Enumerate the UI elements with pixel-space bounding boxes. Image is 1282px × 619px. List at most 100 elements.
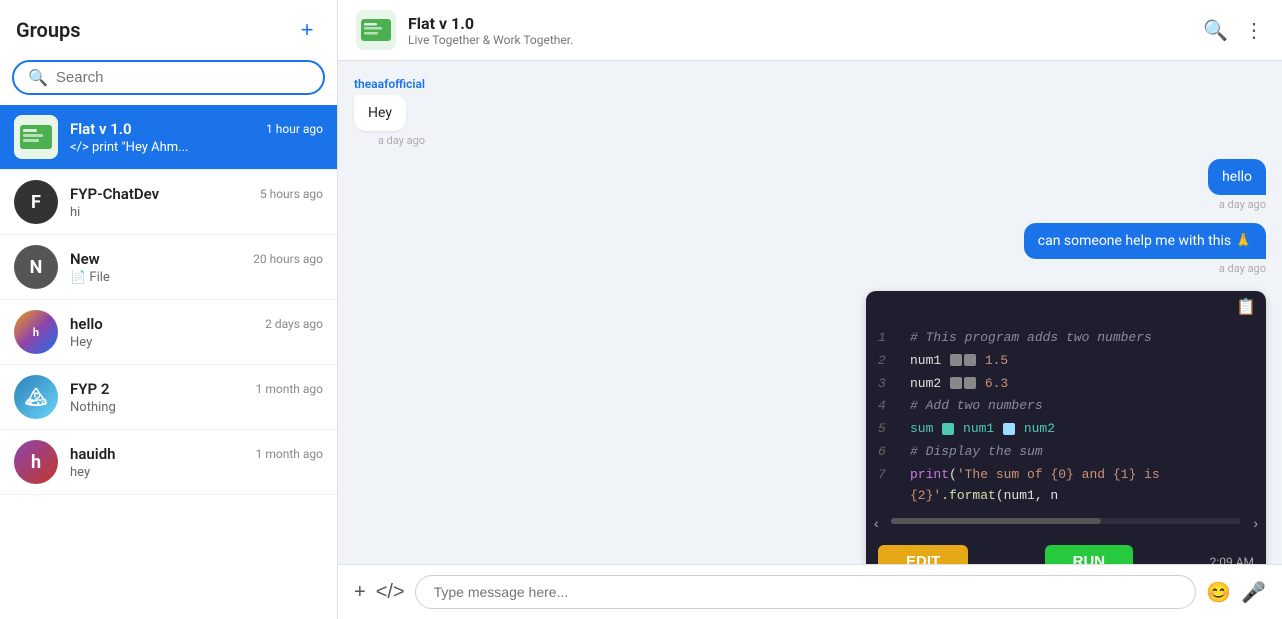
- group-time: 20 hours ago: [253, 252, 323, 266]
- group-name: Flat v 1.0: [70, 120, 132, 138]
- message-other: theaafofficial Hey a day ago: [354, 77, 425, 147]
- code-line: 7 print('The sum of {0} and {1} is {2}'.…: [866, 464, 1266, 508]
- code-header: 📋: [866, 291, 1266, 323]
- group-info: Flat v 1.0 1 hour ago </> print "Hey Ahm…: [70, 120, 323, 155]
- message-self: can someone help me with this 🙏 a day ag…: [1024, 223, 1266, 275]
- group-time: 5 hours ago: [260, 187, 323, 201]
- group-last-msg: hey: [70, 465, 323, 480]
- avatar: h: [14, 440, 58, 484]
- add-attachment-button[interactable]: +: [354, 581, 366, 604]
- group-info: FYP-ChatDev 5 hours ago hi: [70, 185, 323, 220]
- chat-header-icons: 🔍 ⋮: [1203, 18, 1264, 42]
- code-lines: 1 # This program adds two numbers 2 num1…: [866, 323, 1266, 515]
- code-message: 📋 1 # This program adds two numbers 2 nu…: [866, 287, 1266, 564]
- line-number: 6: [878, 442, 898, 463]
- code-text: # Display the sum: [910, 442, 1043, 463]
- group-time: 1 hour ago: [266, 122, 323, 136]
- message-time: a day ago: [1208, 198, 1266, 211]
- chat-header-left: Flat v 1.0 Live Together & Work Together…: [356, 10, 573, 50]
- scrollbar-thumb: [891, 518, 1101, 524]
- add-group-button[interactable]: +: [293, 16, 321, 44]
- code-line: 4 # Add two numbers: [866, 395, 1266, 418]
- group-name: hello: [70, 315, 103, 333]
- emoji-button[interactable]: 😊: [1206, 580, 1231, 605]
- avatar: [14, 115, 58, 159]
- chat-input-bar: + </> 😊 🎤: [338, 564, 1282, 619]
- chat-avatar: [356, 10, 396, 50]
- chat-header-info: Flat v 1.0 Live Together & Work Together…: [408, 14, 573, 47]
- group-last-msg: Nothing: [70, 400, 323, 415]
- more-options-icon[interactable]: ⋮: [1244, 18, 1264, 42]
- mic-button[interactable]: 🎤: [1241, 580, 1266, 605]
- code-scroll-row: ‹ ›: [866, 515, 1266, 537]
- message-bubble: Hey: [354, 95, 406, 131]
- search-input[interactable]: [56, 69, 309, 86]
- message-time: a day ago: [354, 134, 425, 147]
- search-icon[interactable]: 🔍: [1203, 18, 1228, 42]
- line-number: 3: [878, 374, 898, 395]
- message-input[interactable]: [415, 575, 1197, 609]
- sidebar-title: Groups: [16, 18, 81, 42]
- code-text: num1 1.5: [910, 351, 1008, 372]
- group-name: hauidh: [70, 445, 116, 463]
- group-last-msg: Hey: [70, 335, 323, 350]
- code-block: 📋 1 # This program adds two numbers 2 nu…: [866, 291, 1266, 564]
- search-bar: 🔍: [12, 60, 325, 95]
- group-time: 1 month ago: [256, 382, 323, 396]
- group-item[interactable]: Flat v 1.0 1 hour ago </> print "Hey Ahm…: [0, 105, 337, 170]
- chat-area: Flat v 1.0 Live Together & Work Together…: [338, 0, 1282, 619]
- group-info: New 20 hours ago 📄 File: [70, 250, 323, 285]
- group-item[interactable]: h hello 2 days ago Hey: [0, 300, 337, 365]
- group-name: FYP 2: [70, 380, 109, 398]
- group-info: FYP 2 1 month ago Nothing: [70, 380, 323, 415]
- avatar: N: [14, 245, 58, 289]
- group-name: New: [70, 250, 100, 268]
- copy-code-button[interactable]: 📋: [1236, 297, 1256, 317]
- line-number: 4: [878, 396, 898, 417]
- message-self: hello a day ago: [1208, 159, 1266, 211]
- group-time: 1 month ago: [256, 447, 323, 461]
- group-item[interactable]: N New 20 hours ago 📄 File: [0, 235, 337, 300]
- code-line: 2 num1 1.5: [866, 350, 1266, 373]
- chat-title: Flat v 1.0: [408, 14, 573, 33]
- search-icon: 🔍: [28, 68, 48, 87]
- group-item[interactable]: h hauidh 1 month ago hey: [0, 430, 337, 495]
- code-text: sum num1 num2: [910, 419, 1055, 440]
- sidebar: Groups + 🔍 Flat v 1.0 1 hour ago </> pri…: [0, 0, 338, 619]
- group-list: Flat v 1.0 1 hour ago </> print "Hey Ahm…: [0, 105, 337, 619]
- code-footer: EDIT RUN 2:09 AM: [866, 537, 1266, 564]
- code-text: print('The sum of {0} and {1} is {2}'.fo…: [910, 465, 1254, 507]
- sidebar-header: Groups +: [0, 0, 337, 52]
- avatar: 🏔: [14, 375, 58, 419]
- scroll-left-button[interactable]: ‹: [874, 515, 879, 531]
- code-text: # Add two numbers: [910, 396, 1043, 417]
- code-text: num2 6.3: [910, 374, 1008, 395]
- scroll-right-button[interactable]: ›: [1253, 515, 1258, 531]
- message-time: a day ago: [1024, 262, 1266, 275]
- group-info: hauidh 1 month ago hey: [70, 445, 323, 480]
- group-last-msg: </> print "Hey Ahm...: [70, 140, 323, 155]
- code-line: 3 num2 6.3: [866, 373, 1266, 396]
- run-button[interactable]: RUN: [1045, 545, 1134, 564]
- message-bubble: can someone help me with this 🙏: [1024, 223, 1266, 259]
- code-line: 5 sum num1 num2: [866, 418, 1266, 441]
- chat-header: Flat v 1.0 Live Together & Work Together…: [338, 0, 1282, 61]
- group-last-msg: hi: [70, 205, 323, 220]
- avatar: F: [14, 180, 58, 224]
- line-number: 5: [878, 419, 898, 440]
- group-time: 2 days ago: [265, 317, 323, 331]
- group-info: hello 2 days ago Hey: [70, 315, 323, 350]
- group-last-msg: 📄 File: [70, 270, 323, 285]
- line-number: 2: [878, 351, 898, 372]
- code-text: # This program adds two numbers: [910, 328, 1152, 349]
- code-snippet-button[interactable]: </>: [376, 581, 405, 604]
- group-item[interactable]: 🏔 FYP 2 1 month ago Nothing: [0, 365, 337, 430]
- group-name: FYP-ChatDev: [70, 185, 159, 203]
- sender-name: theaafofficial: [354, 77, 425, 91]
- line-number: 1: [878, 328, 898, 349]
- group-item[interactable]: F FYP-ChatDev 5 hours ago hi: [0, 170, 337, 235]
- code-time: 2:09 AM: [1210, 555, 1254, 564]
- messages-container: theaafofficial Hey a day ago hello a day…: [338, 61, 1282, 564]
- code-line: 1 # This program adds two numbers: [866, 327, 1266, 350]
- edit-button[interactable]: EDIT: [878, 545, 968, 564]
